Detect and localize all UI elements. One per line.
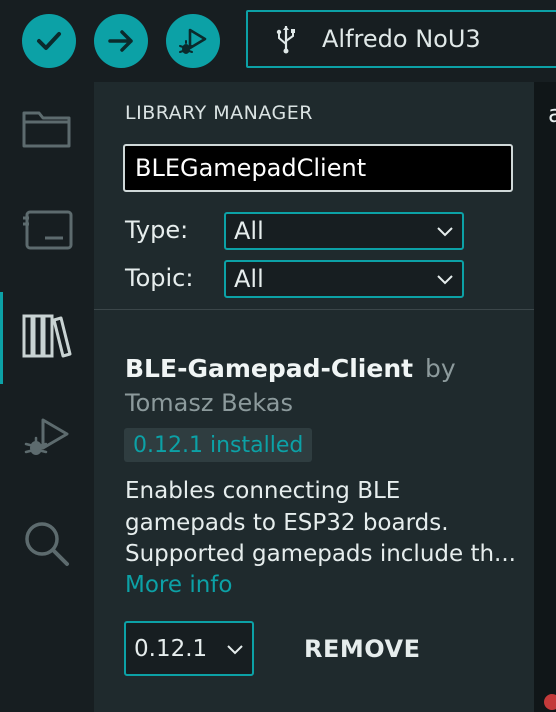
library-icon [22, 314, 72, 358]
debug-icon [179, 28, 207, 54]
folder-icon [22, 111, 71, 148]
description-line: Enables connecting BLE [125, 478, 401, 504]
library-name: BLE-Gamepad-Client [125, 354, 414, 383]
sketchbook-button[interactable] [0, 82, 94, 174]
status-dot [544, 694, 556, 710]
type-filter-select[interactable]: All [224, 212, 464, 250]
panel-title: LIBRARY MANAGER [125, 102, 313, 124]
usb-icon [272, 24, 300, 54]
verify-button[interactable] [22, 14, 76, 68]
library-search-input[interactable]: BLEGamepadClient [123, 144, 513, 192]
check-icon [37, 32, 61, 50]
library-manager-button[interactable] [0, 290, 94, 382]
version-value: 0.12.1 [134, 635, 208, 662]
remove-button[interactable]: REMOVE [304, 629, 420, 669]
library-manager-panel: LIBRARY MANAGER BLEGamepadClient Type: A… [94, 82, 534, 712]
editor-area[interactable]: a [534, 82, 556, 712]
boards-manager-button[interactable] [0, 184, 94, 276]
chevron-down-icon [437, 275, 453, 285]
installed-badge: 0.12.1 installed [124, 428, 313, 462]
editor-text: a [548, 100, 556, 128]
divider [94, 309, 534, 310]
type-filter-label: Type: [125, 216, 189, 244]
library-by: by [425, 354, 456, 383]
topic-filter-select[interactable]: All [224, 260, 464, 298]
board-name: Alfredo NoU3 [322, 25, 481, 53]
chevron-down-icon [437, 227, 453, 237]
description-line: gamepads to ESP32 boards. [125, 509, 449, 536]
board-icon [23, 210, 73, 250]
board-selector[interactable]: Alfredo NoU3 [246, 10, 556, 68]
search-button[interactable] [0, 498, 94, 590]
debug-button[interactable] [166, 14, 220, 68]
version-select[interactable]: 0.12.1 [124, 621, 254, 676]
chevron-down-icon [227, 644, 243, 654]
library-item-title: BLE-Gamepad-Client by [125, 354, 456, 383]
debug-panel-button[interactable] [0, 392, 94, 484]
activity-bar [0, 82, 94, 712]
search-icon [25, 522, 69, 566]
more-info-link[interactable]: More info [125, 572, 232, 598]
library-description: Enables connecting BLE gamepads to ESP32… [125, 476, 515, 571]
debug-icon [24, 418, 69, 455]
arrow-right-icon [108, 30, 133, 52]
topic-filter-label: Topic: [125, 264, 194, 292]
topic-filter-value: All [234, 265, 264, 293]
library-author: Tomasz Bekas [125, 389, 293, 417]
type-filter-value: All [234, 217, 264, 245]
upload-button[interactable] [94, 14, 148, 68]
description-line: Supported gamepads include th... [125, 541, 515, 567]
toolbar: Alfredo NoU3 [0, 0, 556, 82]
